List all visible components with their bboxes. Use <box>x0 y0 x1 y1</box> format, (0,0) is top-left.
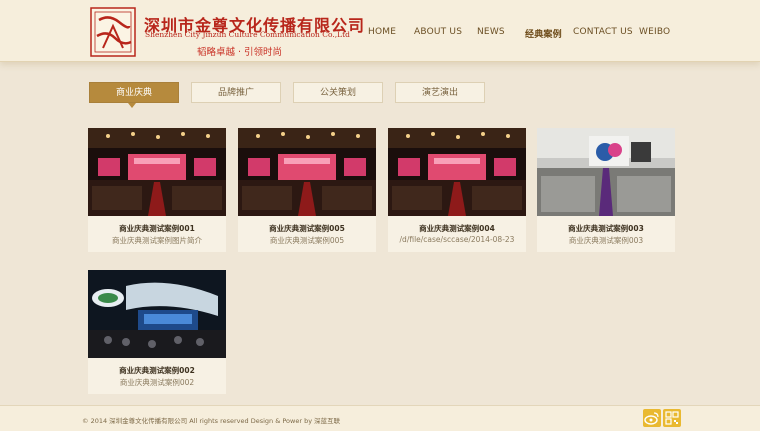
site-footer: © 2014 深圳金尊文化传播有限公司 All rights reserved … <box>0 405 760 431</box>
logo[interactable]: 深圳市金尊文化传播有限公司 Shenzhen City Jinzun Cultu… <box>89 6 364 60</box>
case-title[interactable]: 商业庆典测试案例003 <box>537 223 675 234</box>
case-title[interactable]: 商业庆典测试案例005 <box>238 223 376 234</box>
case-thumbnail[interactable] <box>88 270 226 358</box>
case-title[interactable]: 商业庆典测试案例004 <box>388 223 526 234</box>
main-nav: HOME ABOUT US NEWS 经典案例 CONTACT US WEIBO <box>360 0 760 62</box>
case-card[interactable]: 商业庆典测试案例002 商业庆典测试案例002 <box>88 270 226 394</box>
qrcode-icon[interactable] <box>663 409 681 427</box>
case-thumbnail[interactable] <box>388 128 526 216</box>
case-description: /d/file/case/sccase/2014-08-23 <box>399 235 515 244</box>
slogan: 韬略卓越 · 引领时尚 <box>197 47 283 58</box>
nav-about-us[interactable]: ABOUT US <box>414 27 462 37</box>
nav-classic-cases[interactable]: 经典案例 <box>525 27 562 40</box>
copyright-text: © 2014 深圳金尊文化传播有限公司 All rights reserved … <box>82 417 341 425</box>
site-header: 深圳市金尊文化传播有限公司 Shenzhen City Jinzun Cultu… <box>0 0 760 62</box>
case-card[interactable]: 商业庆典测试案例001 商业庆典测试案例图片简介 <box>88 128 226 252</box>
case-thumbnail[interactable] <box>238 128 376 216</box>
company-name-en: Shenzhen City Jinzun Culture Communicati… <box>145 30 350 39</box>
tab-performances[interactable]: 演艺演出 <box>395 82 485 103</box>
tab-pr-planning[interactable]: 公关策划 <box>293 82 383 103</box>
case-thumbnail[interactable] <box>537 128 675 216</box>
case-title[interactable]: 商业庆典测试案例001 <box>88 223 226 234</box>
nav-weibo[interactable]: WEIBO <box>639 27 670 37</box>
nav-news[interactable]: NEWS <box>477 27 505 37</box>
case-card[interactable]: 商业庆典测试案例005 商业庆典测试案例005 <box>238 128 376 252</box>
tab-brand-promotion[interactable]: 品牌推广 <box>191 82 281 103</box>
case-card[interactable]: 商业庆典测试案例003 商业庆典测试案例003 <box>537 128 675 252</box>
tab-business-celebration[interactable]: 商业庆典 <box>89 82 179 103</box>
weibo-icon[interactable] <box>643 409 661 427</box>
active-tab-pointer <box>128 103 136 108</box>
logo-mark-icon <box>90 7 136 57</box>
case-description: 商业庆典测试案例003 <box>568 236 644 245</box>
case-description: 商业庆典测试案例005 <box>269 236 345 245</box>
case-description: 商业庆典测试案例图片简介 <box>112 236 202 245</box>
nav-home[interactable]: HOME <box>368 27 396 37</box>
case-thumbnail[interactable] <box>88 128 226 216</box>
case-title[interactable]: 商业庆典测试案例002 <box>88 365 226 376</box>
case-card[interactable]: 商业庆典测试案例004 /d/file/case/sccase/2014-08-… <box>388 128 526 252</box>
case-description: 商业庆典测试案例002 <box>119 378 195 387</box>
nav-contact-us[interactable]: CONTACT US <box>573 27 633 37</box>
